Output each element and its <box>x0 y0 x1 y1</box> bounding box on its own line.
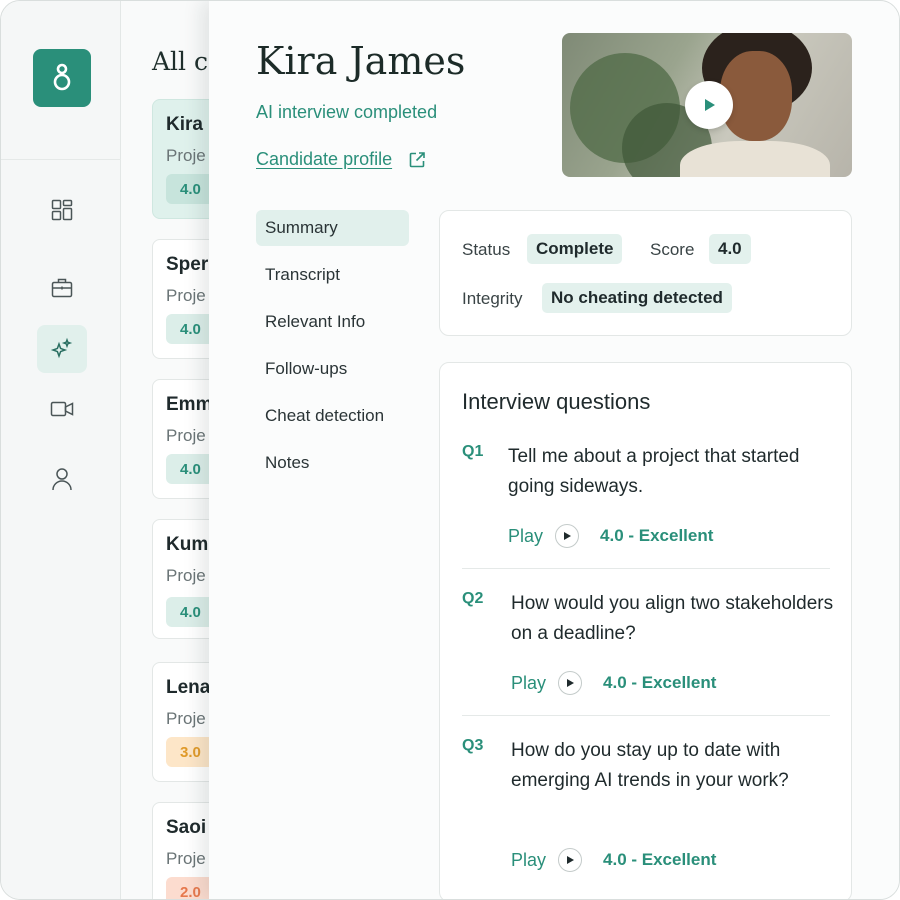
question-divider <box>462 568 830 569</box>
dashboard-icon <box>51 199 73 221</box>
status-badge: Complete <box>527 234 623 264</box>
question-divider <box>462 715 830 716</box>
profile-link-label: Candidate profile <box>256 149 393 169</box>
tab-summary[interactable]: Summary <box>256 210 409 246</box>
play-answer-label[interactable]: Play <box>511 673 546 694</box>
nav-video[interactable] <box>37 385 87 433</box>
play-answer-button[interactable] <box>558 848 583 872</box>
tab-transcript[interactable]: Transcript <box>256 257 409 293</box>
interview-video-thumbnail[interactable] <box>562 33 852 177</box>
app-logo[interactable] <box>33 49 91 107</box>
nav-profile[interactable] <box>37 455 87 503</box>
video-play-button[interactable] <box>685 81 733 129</box>
briefcase-icon <box>51 278 73 298</box>
video-person-shirt <box>680 141 830 177</box>
question-play-row: Play 4.0 - Excellent <box>511 671 716 695</box>
play-answer-label[interactable]: Play <box>508 526 543 547</box>
question-id: Q1 <box>462 443 484 460</box>
play-icon <box>567 679 575 687</box>
candidate-name: Emm <box>166 394 213 415</box>
candidate-name: Kum <box>166 534 209 555</box>
candidate-profile-link[interactable]: Candidate profile <box>256 149 426 170</box>
video-icon <box>50 401 74 417</box>
candidate-name: Sper <box>166 254 209 275</box>
score-label: Score <box>650 240 695 259</box>
question-id: Q2 <box>462 590 484 607</box>
score-badge: 4.0 <box>709 234 751 264</box>
tab-relevant-info[interactable]: Relevant Info <box>256 304 409 340</box>
play-answer-label[interactable]: Play <box>511 850 546 871</box>
status-label: Status <box>462 240 511 259</box>
answer-score: 4.0 - Excellent <box>603 673 717 692</box>
question-play-row: Play 4.0 - Excellent <box>508 524 713 548</box>
question-play-row: Play 4.0 - Excellent <box>511 848 716 872</box>
play-answer-button[interactable] <box>558 671 583 695</box>
question-id: Q3 <box>462 737 484 754</box>
play-answer-button[interactable] <box>555 524 580 548</box>
candidate-name: Lena <box>166 677 211 698</box>
app-window: All ca Kira Proje 4.0 Sper Proje 4.0 Emm… <box>0 0 900 900</box>
summary-card: Status Complete Score 4.0 Integrity No c… <box>439 210 852 336</box>
interview-status: AI interview completed <box>256 102 438 122</box>
candidate-name: Kira <box>166 114 203 135</box>
integrity-label: Integrity <box>462 289 523 308</box>
play-icon <box>705 99 715 111</box>
rail-divider <box>1 159 121 160</box>
candidate-detail-panel: Kira James AI interview completed Candid… <box>209 1 899 899</box>
question-text: Tell me about a project that started goi… <box>508 446 800 497</box>
nav-ai-interviews[interactable] <box>37 325 87 373</box>
candidate-project: Proje <box>166 426 206 445</box>
play-icon <box>567 856 575 864</box>
tab-cheat-detection[interactable]: Cheat detection <box>256 398 409 434</box>
candidate-project: Proje <box>166 709 206 728</box>
candidate-full-name: Kira James <box>256 39 466 83</box>
integrity-badge: No cheating detected <box>542 283 732 313</box>
candidate-project: Proje <box>166 146 206 165</box>
candidate-project: Proje <box>166 286 206 305</box>
candidate-name: Saoi <box>166 817 207 838</box>
tab-notes[interactable]: Notes <box>256 445 409 481</box>
question-text: How would you align two stakeholders on … <box>511 593 834 644</box>
user-icon <box>52 468 72 491</box>
interview-questions-card: Interview questions Q1 Tell me about a p… <box>439 362 852 899</box>
nav-jobs[interactable] <box>37 264 87 312</box>
logo-icon <box>53 63 71 91</box>
play-icon <box>564 532 572 540</box>
candidate-project: Proje <box>166 849 206 868</box>
interview-questions-title: Interview questions <box>462 389 651 414</box>
answer-score: 4.0 - Excellent <box>600 526 714 545</box>
icon-rail <box>1 1 121 899</box>
answer-score: 4.0 - Excellent <box>603 850 717 869</box>
candidate-project: Proje <box>166 566 206 585</box>
sparkles-icon <box>50 337 73 359</box>
tab-follow-ups[interactable]: Follow-ups <box>256 351 409 387</box>
question-text: How do you stay up to date with emerging… <box>511 740 789 791</box>
external-link-icon <box>409 151 425 167</box>
nav-dashboard[interactable] <box>37 186 87 234</box>
